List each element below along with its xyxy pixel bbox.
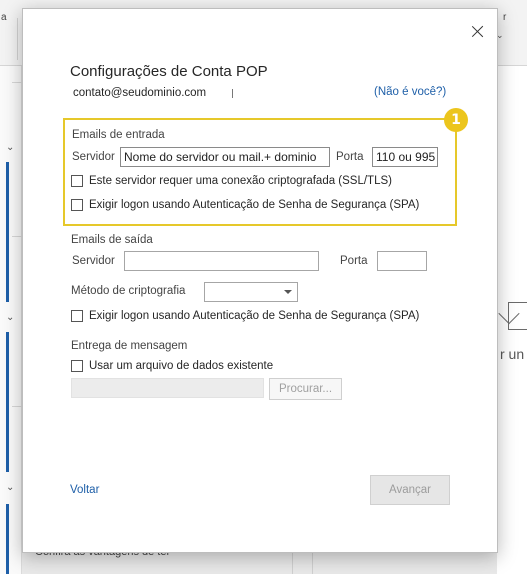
outgoing-server-input[interactable] [124,251,319,271]
not-you-link[interactable]: (Não é você?) [374,86,446,98]
encryption-method-select[interactable] [204,282,298,302]
ssl-checkbox[interactable] [71,175,83,187]
delivery-section-label: Entrega de mensagem [71,340,188,352]
incoming-section-label: Emails de entrada [72,129,165,141]
browse-button: Procurar... [269,378,342,400]
existing-data-file-label: Usar um arquivo de dados existente [89,360,274,372]
ribbon-divider [17,18,18,60]
background-folder-pane: ⌄ ⌄ ⌄ [0,66,22,574]
step-badge: 1 [444,108,468,132]
close-icon[interactable] [469,23,487,41]
text-cursor [232,89,233,98]
dropdown-arrow-icon [284,290,292,294]
chevron-down-icon[interactable]: ⌄ [6,142,14,153]
pop-account-settings-dialog: Configurações de Conta POP contato@seudo… [22,8,498,553]
outgoing-port-label: Porta [340,255,368,267]
envelope-icon [508,302,527,330]
back-link[interactable]: Voltar [70,484,99,496]
ssl-checkbox-row[interactable]: Este servidor requer uma conexão criptog… [71,175,392,187]
ribbon-fragment-left: a [1,12,7,23]
incoming-spa-checkbox-label: Exigir logon usando Autenticação de Senh… [89,199,420,211]
ssl-checkbox-label: Este servidor requer uma conexão criptog… [89,175,392,187]
next-button: Avançar [370,475,450,505]
data-file-path-input [71,378,264,398]
outgoing-port-input[interactable] [377,251,427,271]
background-side-text: r un [500,346,525,362]
folder-selection-bar [6,504,9,574]
outgoing-server-label: Servidor [72,255,115,267]
incoming-server-input[interactable]: Nome do servidor ou mail.+ dominio [120,147,330,167]
chevron-down-icon[interactable]: ⌄ [6,482,14,493]
ribbon-fragment-right: r [503,12,507,23]
outgoing-spa-checkbox[interactable] [71,310,83,322]
incoming-server-label: Servidor [72,151,115,163]
encryption-method-label: Método de criptografia [71,285,186,297]
outgoing-spa-checkbox-row[interactable]: Exigir logon usando Autenticação de Senh… [71,310,419,322]
account-email: contato@seudominio.com [73,87,207,99]
existing-data-file-checkbox-row[interactable]: Usar um arquivo de dados existente [71,360,273,372]
outgoing-section-label: Emails de saída [71,234,153,246]
dialog-title: Configurações de Conta POP [70,63,268,80]
incoming-port-input[interactable]: 110 ou 995 [372,147,438,167]
chevron-down-icon[interactable]: ⌄ [6,312,14,323]
incoming-spa-checkbox-row[interactable]: Exigir logon usando Autenticação de Senh… [71,199,419,211]
existing-data-file-checkbox[interactable] [71,360,83,372]
outgoing-spa-checkbox-label: Exigir logon usando Autenticação de Senh… [89,310,420,322]
incoming-spa-checkbox[interactable] [71,199,83,211]
folder-selection-bar [6,162,9,302]
incoming-port-label: Porta [336,151,364,163]
folder-selection-bar [6,332,9,472]
